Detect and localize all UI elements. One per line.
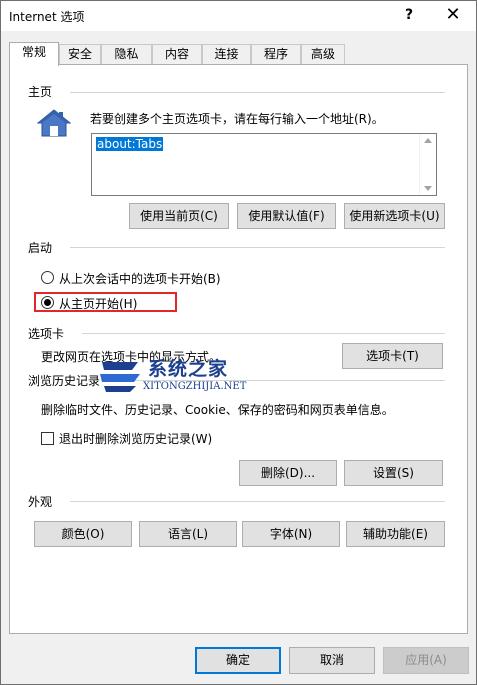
homepage-url-textarea[interactable]: about:Tabs [91, 133, 437, 196]
window-title: Internet 选项 [9, 10, 85, 24]
cancel-button[interactable]: 取消 [289, 647, 375, 674]
tab-advanced[interactable]: 高级 [301, 44, 345, 65]
tab-privacy[interactable]: 隐私 [101, 44, 152, 65]
languages-button[interactable]: 语言(L) [139, 521, 237, 547]
accessibility-button[interactable]: 辅助功能(E) [346, 521, 445, 547]
title-bar: Internet 选项 ? ✕ [1, 1, 476, 31]
use-default-button[interactable]: 使用默认值(F) [237, 203, 336, 229]
tab-connections[interactable]: 连接 [202, 44, 251, 65]
delete-on-exit-checkbox[interactable] [41, 432, 54, 445]
watermark-url: XITONGZHIJIA.NET [143, 381, 247, 392]
tab-security[interactable]: 安全 [59, 44, 101, 65]
homepage-instruction: 若要创建多个主页选项卡，请在每行输入一个地址(R)。 [90, 112, 384, 126]
colors-button[interactable]: 颜色(O) [34, 521, 132, 547]
watermark-logo-icon [98, 356, 142, 394]
radio-last-session-label: 从上次会话中的选项卡开始(B) [59, 272, 221, 286]
tab-programs[interactable]: 程序 [251, 44, 301, 65]
fonts-button[interactable]: 字体(N) [242, 521, 340, 547]
house-icon [36, 108, 72, 138]
scroll-down-icon[interactable] [424, 186, 432, 191]
startup-divider [70, 247, 445, 248]
textarea-scrollbar[interactable] [419, 134, 436, 195]
tab-content[interactable]: 内容 [152, 44, 202, 65]
history-description: 删除临时文件、历史记录、Cookie、保存的密码和网页表单信息。 [41, 403, 394, 417]
radio-last-session[interactable] [41, 271, 54, 284]
delete-on-exit-label: 退出时删除浏览历史记录(W) [59, 432, 213, 446]
appearance-group-label: 外观 [28, 493, 59, 510]
homepage-url-value: about:Tabs [96, 137, 164, 151]
watermark-title: 系统之家 [148, 358, 229, 380]
delete-history-button[interactable]: 删除(D)... [239, 460, 337, 486]
appearance-divider [70, 501, 445, 502]
tabs-section-divider [82, 333, 445, 334]
internet-options-dialog: Internet 选项 ? ✕ 常规 安全 隐私 内容 连接 程序 高级 主页 … [0, 0, 477, 685]
close-button[interactable]: ✕ [438, 4, 468, 26]
history-settings-button[interactable]: 设置(S) [344, 460, 443, 486]
scroll-up-icon[interactable] [424, 138, 432, 143]
use-current-button[interactable]: 使用当前页(C) [129, 203, 229, 229]
history-group-label: 浏览历史记录 [28, 372, 107, 389]
tab-general[interactable]: 常规 [9, 42, 59, 66]
help-button[interactable]: ? [399, 4, 419, 26]
ok-button[interactable]: 确定 [195, 647, 281, 674]
general-tab-panel: 主页 若要创建多个主页选项卡，请在每行输入一个地址(R)。 about:Tabs… [9, 64, 468, 634]
highlight-box [34, 292, 177, 312]
homepage-divider [70, 92, 445, 93]
watermark: 系统之家 XITONGZHIJIA.NET [98, 354, 278, 398]
apply-button[interactable]: 应用(A) [383, 647, 469, 674]
tabs-group-label: 选项卡 [28, 325, 71, 342]
tabs-settings-button[interactable]: 选项卡(T) [342, 343, 443, 369]
startup-group-label: 启动 [28, 239, 59, 256]
use-new-tab-button[interactable]: 使用新选项卡(U) [344, 203, 445, 229]
homepage-group-label: 主页 [28, 83, 59, 100]
